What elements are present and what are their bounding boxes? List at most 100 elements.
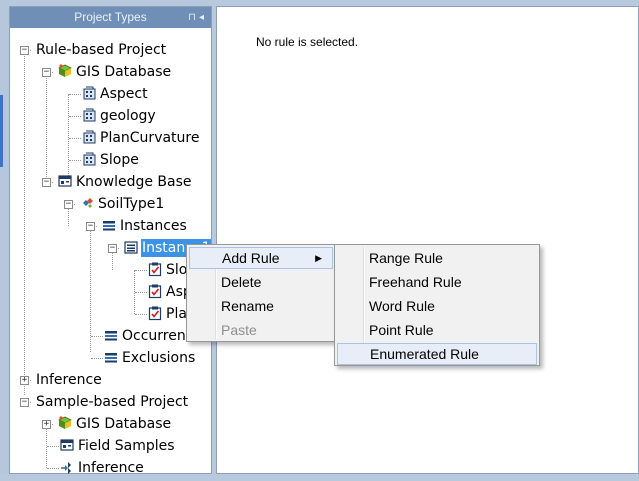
gis-database-icon [57,415,73,431]
project-types-panel: Project Types ⊓◂ − − − − − − + − + Rule-… [9,6,212,476]
panel-header: Project Types ⊓◂ [10,7,211,28]
tree-connector [135,292,147,293]
tree-connector [135,270,147,271]
instances-icon [101,217,117,233]
menu-item-label: Word Rule [369,298,435,314]
collapse-toggle[interactable]: − [20,398,29,407]
tree-node-inference[interactable]: Inference [35,370,103,390]
submenu-item-point-rule[interactable]: Point Rule [337,319,537,341]
collapse-toggle[interactable]: − [42,68,51,77]
pin-icon[interactable]: ⊓ [188,12,199,23]
close-icon[interactable]: ◂ [199,12,207,23]
tree-node-label: Pla [166,306,187,322]
occurrences-icon [103,327,119,343]
menu-item-label: Enumerated Rule [370,346,479,362]
menu-item-paste: Paste [189,319,333,341]
tree-connector [47,446,59,447]
tree-node-rule-plancurvature[interactable]: Pla [147,304,188,324]
collapse-toggle[interactable]: − [108,244,117,253]
tree-connector [91,336,103,337]
submenu-item-freehand-rule[interactable]: Freehand Rule [337,271,537,293]
tree-node-label: PlanCurvature [100,130,200,146]
knowledge-base-icon [57,173,73,189]
tree-node-sample-based-project[interactable]: Sample-based Project [35,392,189,412]
tree-node-sample-gis-database[interactable]: GIS Database [57,414,172,434]
tree-node-knowledge-base[interactable]: Knowledge Base [57,172,193,192]
tree-node-plancurvature[interactable]: PlanCurvature [81,128,200,148]
raster-layer-icon [81,129,97,145]
rule-icon [147,283,163,299]
context-menu: Add Rule ▶ Delete Rename Paste [186,244,336,342]
dock-tab-indicator[interactable] [0,95,3,167]
rule-editor-pane: No rule is selected. [216,6,639,474]
tree-node-label: Slo [166,262,188,278]
tree-node-label: Inference [36,372,102,388]
panel-header-buttons: ⊓◂ [188,7,207,28]
tree-node-sample-inference[interactable]: Inference [59,458,145,478]
menu-item-label: Freehand Rule [369,274,462,290]
add-rule-submenu: Range Rule Freehand Rule Word Rule Point… [334,244,540,366]
tree-node-label: Aspect [100,86,148,102]
tree-node-label: Instances [120,218,187,234]
gis-database-icon [57,63,73,79]
collapse-toggle[interactable]: − [20,46,29,55]
menu-item-label: Range Rule [369,250,443,266]
tree-node-geology[interactable]: geology [81,106,157,126]
collapse-toggle[interactable]: − [42,178,51,187]
tree-node-label: Sample-based Project [36,394,189,410]
tree-node-label: geology [100,108,156,124]
tree-connector [69,94,81,95]
tree-node-label: Exclusions [122,350,196,366]
menu-item-rename[interactable]: Rename [189,295,333,317]
tree-connector [69,116,81,117]
expand-toggle[interactable]: + [20,376,29,385]
inference-icon [59,459,75,475]
tree-node-label: Slope [100,152,139,168]
menu-item-label: Paste [221,322,257,338]
submenu-item-word-rule[interactable]: Word Rule [337,295,537,317]
tree-node-rule-based-project[interactable]: Rule-based Project [35,40,167,60]
tree-connector [24,50,25,395]
tree-connector [135,314,147,315]
menu-item-label: Add Rule [222,250,280,266]
menu-item-delete[interactable]: Delete [189,271,333,293]
tree-node-label: Rule-based Project [36,42,167,58]
tree-connector [46,72,47,183]
raster-layer-icon [81,85,97,101]
exclusions-icon [103,349,119,365]
panel-title: Project Types [74,10,147,24]
tree-node-instances[interactable]: Instances [101,216,188,236]
tree-connector [90,226,91,352]
menu-item-label: Delete [221,274,262,290]
menu-item-add-rule[interactable]: Add Rule ▶ [189,247,333,269]
submenu-item-range-rule[interactable]: Range Rule [337,247,537,269]
expand-toggle[interactable]: + [42,420,51,429]
rule-icon [147,305,163,321]
soil-type-icon [79,195,95,211]
instance-icon [123,239,139,255]
tree-node-label: Field Samples [78,438,175,454]
project-tree: − − − − − − + − + Rule-based Project GIS… [20,29,212,476]
dock-edge-strip [0,0,9,474]
tree-node-label: SoilType1 [98,196,165,212]
tree-node-field-samples[interactable]: Field Samples [59,436,176,456]
raster-layer-icon [81,107,97,123]
menu-item-label: Point Rule [369,322,434,338]
submenu-arrow-icon: ▶ [315,253,322,263]
collapse-toggle[interactable]: − [86,222,95,231]
tree-connector [91,358,103,359]
collapse-toggle[interactable]: − [64,200,73,209]
tree-connector [47,468,59,469]
tree-node-rule-slope[interactable]: Slo [147,260,188,280]
rule-icon [147,261,163,277]
field-samples-icon [59,437,75,453]
tree-node-label: Inference [78,460,144,476]
submenu-item-enumerated-rule[interactable]: Enumerated Rule [337,343,537,365]
tree-node-exclusions[interactable]: Exclusions [103,348,196,368]
tree-node-gis-database[interactable]: GIS Database [57,62,172,82]
tree-node-slope[interactable]: Slope [81,150,140,170]
tree-node-aspect[interactable]: Aspect [81,84,149,104]
raster-layer-icon [81,151,97,167]
tree-node-soiltype1[interactable]: SoilType1 [79,194,165,214]
tree-node-label: Knowledge Base [76,174,192,190]
